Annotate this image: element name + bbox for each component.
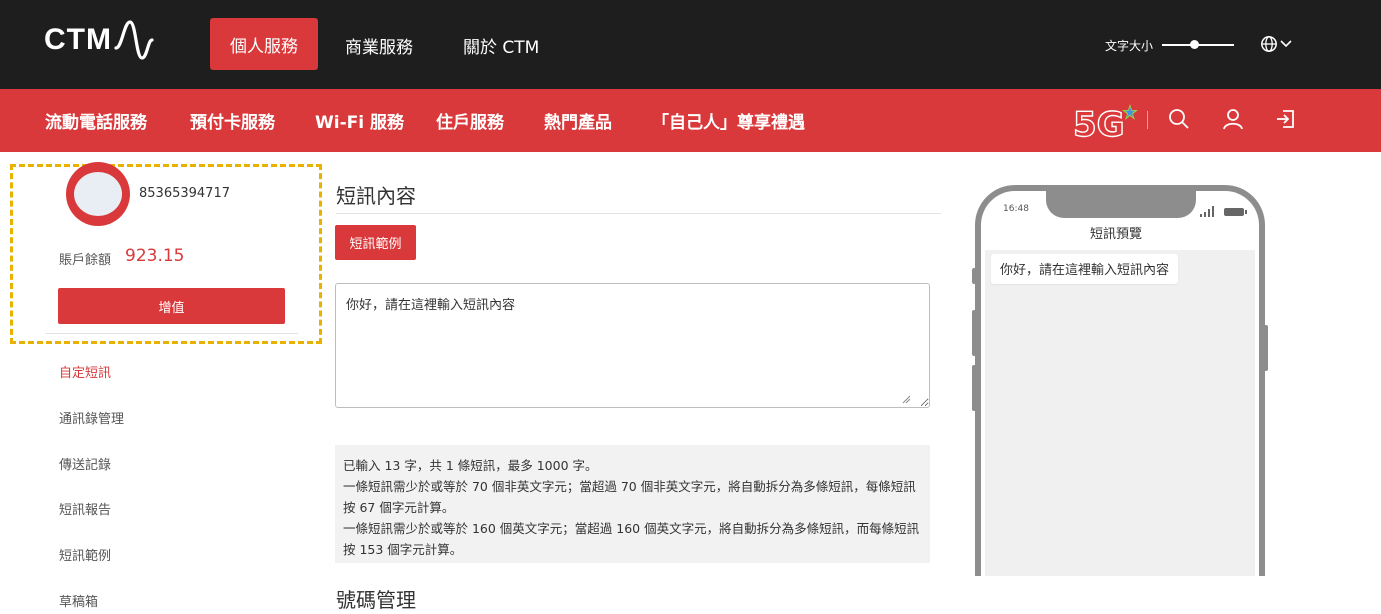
logout-button[interactable] — [1274, 108, 1296, 134]
nav-item-mobile-services[interactable]: 流動電話服務 — [45, 108, 147, 133]
globe-icon — [1261, 36, 1292, 52]
preview-title: 短訊預覽 — [1090, 227, 1143, 242]
sms-count-info: 已輸入 13 字，共 1 條短訊，最多 1000 字。 一條短訊需少於或等於 7… — [335, 445, 930, 563]
phone-preview-screen — [985, 250, 1255, 576]
language-selector[interactable] — [1260, 35, 1294, 57]
avatar[interactable] — [66, 162, 130, 226]
nav-item-prepaid[interactable]: 預付卡服務 — [190, 108, 275, 133]
sidebar-item-sms-templates[interactable]: 短訊範例 — [59, 545, 111, 564]
topup-button[interactable]: 增值 — [58, 288, 285, 324]
svg-text:5G: 5G — [1073, 105, 1125, 140]
5g-logo-icon: 5G — [1072, 104, 1138, 146]
logo-text: CTM — [44, 23, 112, 56]
phone-bottom-mask — [960, 576, 1280, 614]
sidebar-item-custom-sms[interactable]: 自定短訊 — [59, 362, 111, 381]
title-divider — [336, 213, 941, 214]
nav-item-privileges[interactable]: 「自己人」尊享禮遇 — [652, 108, 805, 133]
nav-divider — [1147, 111, 1148, 129]
font-size-label: 文字大小 — [1105, 39, 1154, 53]
logo-wave-icon — [114, 20, 154, 60]
preview-message-bubble: 你好，請在這裡輸入短訊內容 — [991, 254, 1179, 284]
5g-badge[interactable]: 5G — [1072, 102, 1139, 146]
user-icon — [1223, 109, 1243, 130]
avatar-image — [74, 172, 122, 216]
sms-rule-english: 一條短訊需少於或等於 160 個英文字元；當超過 160 個英文字元，將自動拆分… — [343, 521, 920, 557]
account-phone-number: 85365394717 — [139, 186, 230, 201]
font-size-slider-thumb[interactable] — [1189, 40, 1199, 49]
sms-message-input[interactable] — [335, 283, 930, 408]
tab-about-ctm[interactable]: 關於 CTM — [463, 33, 539, 58]
sms-count-line: 已輸入 13 字，共 1 條短訊，最多 1000 字。 — [343, 458, 598, 473]
sms-content-title: 短訊內容 — [336, 184, 416, 208]
ctm-logo[interactable]: CTM — [44, 18, 154, 62]
sms-rule-non-english: 一條短訊需少於或等於 70 個非英文字元；當超過 70 個非英文字元，將自動拆分… — [343, 479, 916, 515]
sidebar-item-contacts[interactable]: 通訊錄管理 — [59, 408, 124, 427]
search-icon — [1169, 109, 1189, 129]
account-button[interactable] — [1222, 108, 1244, 134]
sidebar-item-send-history[interactable]: 傳送記錄 — [59, 454, 111, 473]
panel-divider — [45, 333, 298, 334]
nav-item-wifi[interactable]: Wi-Fi 服務 — [315, 108, 404, 133]
nav-item-hot-products[interactable]: 熱門產品 — [544, 108, 612, 133]
number-management-title: 號碼管理 — [336, 588, 416, 612]
search-button[interactable] — [1168, 108, 1190, 134]
balance-label: 賬戶餘額 — [59, 253, 112, 268]
nav-item-residential[interactable]: 住戶服務 — [436, 108, 504, 133]
signal-battery-icon — [1200, 203, 1248, 222]
sidebar-item-sms-reports[interactable]: 短訊報告 — [59, 499, 111, 518]
balance-value: 923.15 — [125, 246, 185, 266]
phone-status-time: 16:48 — [1003, 204, 1029, 214]
tab-business-services[interactable]: 商業服務 — [345, 33, 413, 58]
logout-icon — [1277, 110, 1294, 128]
tab-personal-services[interactable]: 個人服務 — [210, 18, 318, 70]
phone-notch — [1046, 185, 1196, 218]
resize-grip-icon[interactable] — [901, 389, 911, 408]
sidebar-item-drafts[interactable]: 草稿箱 — [59, 591, 98, 610]
sms-template-button[interactable]: 短訊範例 — [335, 225, 416, 260]
